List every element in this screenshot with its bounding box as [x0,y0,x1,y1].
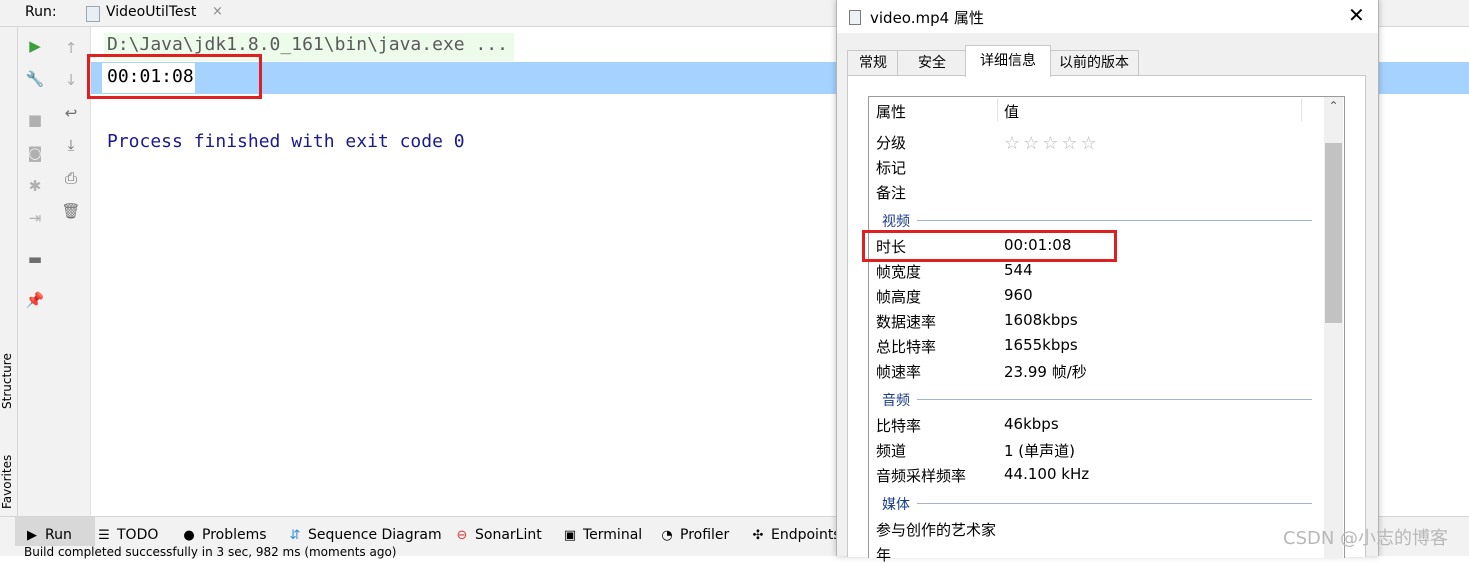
bottom-tab-run[interactable]: ▶ Run [15,517,95,547]
row-comments-label: 备注 [876,184,907,202]
file-icon [849,10,861,25]
trash-icon[interactable]: 🗑 [60,200,82,222]
scroll-to-end-icon[interactable]: ⤓ [60,134,82,156]
row-frame-height-label: 帧高度 [876,288,922,306]
properties-dialog: video.mp4 属性 ✕ 常规 安全 详细信息 以前的版本 属性 值 分级 … [836,0,1379,564]
tab-general[interactable]: 常规 [847,50,899,76]
column-header-property[interactable]: 属性 [876,101,906,122]
stop-icon[interactable]: ■ [24,109,46,131]
bottom-tab-label: Sequence Diagram [308,527,442,543]
row-bit-rate-label: 比特率 [876,417,922,435]
column-header-value[interactable]: 值 [1004,101,1019,122]
row-year-label: 年 [876,546,892,564]
bottom-tab-label: SonarLint [475,527,542,543]
bottom-tab-sequence-diagram[interactable]: ⇵ Sequence Diagram [288,517,442,547]
group-divider [917,503,1312,504]
soft-wrap-icon[interactable]: ↩ [60,102,82,124]
row-rating-label: 分级 [876,134,907,152]
bottom-tab-label: TODO [117,527,159,543]
camera-icon[interactable]: ◙ [24,142,46,164]
red-highlight-box-length [862,230,1117,262]
scrollbar-thumb[interactable] [1325,143,1342,323]
row-frame-rate-label: 帧速率 [876,363,922,381]
status-bar-text: Build completed successfully in 3 sec, 9… [24,545,397,559]
console-output[interactable] [91,27,836,516]
bottom-tab-terminal[interactable]: ▣ Terminal [563,517,642,547]
row-frame-width-value: 544 [1004,261,1033,279]
exit-icon[interactable]: ⇥ [24,207,46,229]
row-total-bitrate-value: 1655kbps [1004,336,1078,354]
console-command-line: D:\Java\jdk1.8.0_161\bin\java.exe ... [107,34,508,55]
close-tab-icon[interactable]: × [212,4,223,19]
rerun-icon[interactable]: ▶ [24,35,46,57]
column-divider [997,99,998,121]
pin-icon[interactable]: 📌 [24,289,46,311]
row-data-rate-value: 1608kbps [1004,311,1078,329]
watermark: CSDN @小志的博客 [1283,528,1449,549]
bottom-tab-label: Problems [202,527,267,543]
bottom-tab-sonarlint[interactable]: ⊖ SonarLint [455,517,542,547]
row-total-bitrate-label: 总比特率 [876,338,937,356]
run-toolbar-secondary: ↑ ↓ ↩ ⤓ ⎙ 🗑 [52,27,91,516]
row-frame-width-label: 帧宽度 [876,263,922,281]
favorites-tool-button[interactable]: Favorites [0,455,14,509]
red-highlight-box-console [87,54,262,99]
row-sample-rate-label: 音频采样频率 [876,467,967,485]
run-toolbar-primary: ▶ 🔧 ■ ◙ ✱ ⇥ ▬ 📌 [18,27,52,516]
group-divider [917,220,1312,221]
row-frame-height-value: 960 [1004,286,1033,304]
test-config-icon [86,6,100,22]
bottom-tab-label: Run [45,527,72,543]
run-tab-label: VideoUtilTest [106,4,197,20]
group-media: 媒体 [882,497,910,513]
tab-security[interactable]: 安全 [897,50,967,76]
tab-details[interactable]: 详细信息 [965,45,1051,77]
group-video: 视频 [882,214,910,230]
print-icon[interactable]: ⎙ [60,167,82,189]
rating-stars[interactable]: ☆☆☆☆☆ [1004,133,1100,154]
console-exit-message: Process finished with exit code 0 [107,131,465,152]
group-divider [917,399,1312,400]
list-header: 属性 值 [869,97,1324,123]
row-channels-value: 1 (单声道) [1004,442,1076,460]
column-divider [1301,99,1302,121]
dialog-title: video.mp4 属性 [870,9,984,27]
tab-previous-versions[interactable]: 以前的版本 [1049,50,1139,76]
bottom-tab-label: Terminal [583,527,643,543]
row-channels-label: 频道 [876,442,907,460]
row-bit-rate-value: 46kbps [1004,415,1059,433]
left-tool-stripe: Structure Favorites [0,27,18,516]
group-audio: 音频 [882,393,910,409]
structure-tool-button[interactable]: Structure [0,353,14,409]
scroll-up-icon[interactable]: ⌃ [1324,99,1343,113]
bottom-tab-label: Profiler [680,527,730,543]
row-contributing-artists-label: 参与创作的艺术家 [876,521,997,539]
bottom-tab-problems[interactable]: ● Problems [182,517,267,547]
run-label: Run: [25,4,57,20]
arrow-up-icon[interactable]: ↑ [60,37,82,59]
row-data-rate-label: 数据速率 [876,313,937,331]
row-frame-rate-value: 23.99 帧/秒 [1004,363,1087,381]
run-tab-videoutiltest[interactable]: VideoUtilTest × [78,0,223,26]
arrow-down-icon[interactable]: ↓ [60,69,82,91]
bottom-tab-todo[interactable]: ☰ TODO [97,517,158,547]
bottom-tab-profiler[interactable]: ◔ Profiler [660,517,729,547]
details-panel: 属性 值 分级 ☆☆☆☆☆ 标记 备注 视频 时长 00:01:08 帧宽度 5… [847,75,1366,564]
bottom-tab-label: Endpoints [771,527,841,543]
wrench-icon[interactable]: 🔧 [24,68,46,90]
bottom-tab-endpoints[interactable]: ✣ Endpoints [751,517,841,547]
row-tags-label: 标记 [876,159,907,177]
properties-list[interactable]: 属性 值 分级 ☆☆☆☆☆ 标记 备注 视频 时长 00:01:08 帧宽度 5… [868,96,1345,564]
layout-icon[interactable]: ▬ [24,248,46,270]
row-sample-rate-value: 44.100 kHz [1004,465,1090,483]
debug-icon[interactable]: ✱ [24,175,46,197]
close-icon[interactable]: ✕ [1348,3,1365,27]
